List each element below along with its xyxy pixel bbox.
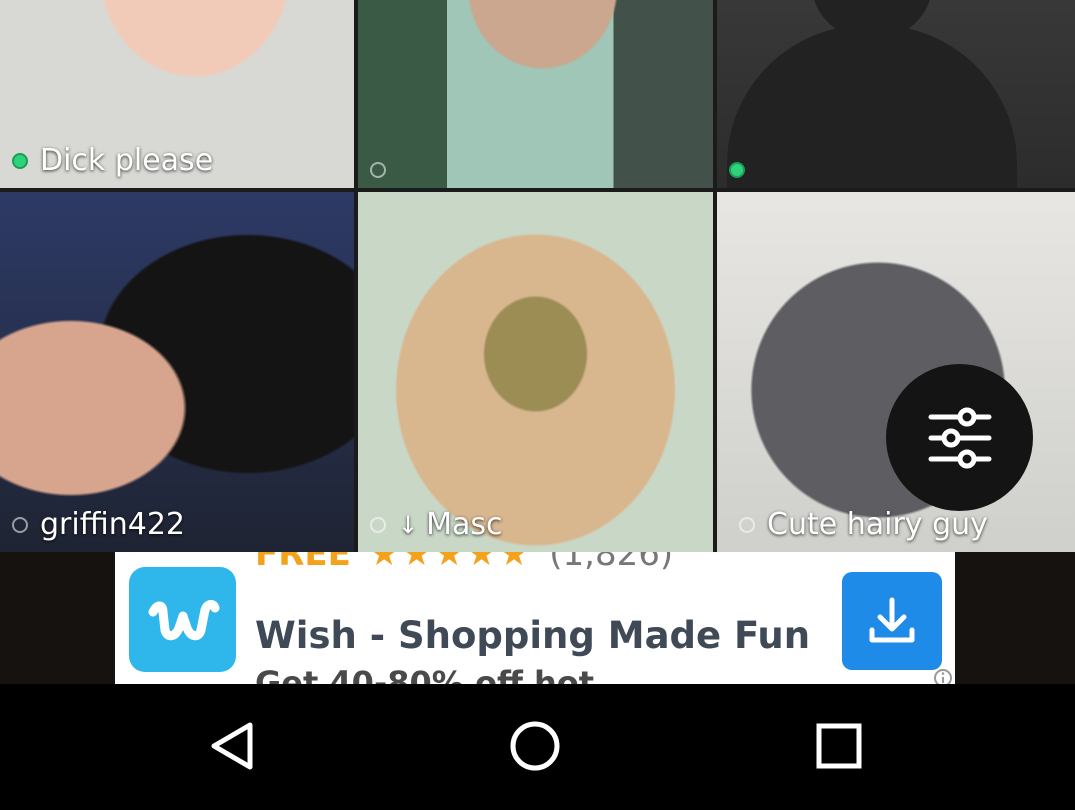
online-status-icon [12, 152, 28, 169]
recents-square-icon [816, 723, 862, 769]
ad-rating-count: (1,826) [549, 552, 674, 574]
profile-name: Cute hairy guy [767, 507, 988, 542]
profile-tile[interactable]: griffin422 [0, 192, 354, 552]
filter-button[interactable] [886, 364, 1033, 511]
sliders-icon [928, 407, 991, 468]
profile-tile[interactable]: Cute hairy guy [717, 192, 1075, 552]
info-icon[interactable] [933, 668, 953, 684]
recents-button[interactable] [804, 711, 874, 781]
offline-status-icon [370, 162, 386, 178]
star-rating-icon: ★★★★★ [368, 552, 532, 574]
system-nav-bar [0, 684, 1075, 810]
profile-label: Dick please [12, 143, 213, 178]
wish-logo-icon[interactable] [129, 567, 236, 672]
distance-arrow-icon: ↓ [398, 510, 419, 539]
offline-status-icon [370, 516, 386, 533]
profile-label: griffin422 [12, 507, 185, 542]
wish-w-icon [148, 599, 219, 640]
download-icon [869, 597, 915, 643]
online-status-icon [729, 162, 745, 178]
home-button[interactable] [500, 711, 570, 781]
ad-banner[interactable]: FREE ★★★★★ (1,826) Wish - Shopping Made … [115, 552, 955, 684]
profile-name: Dick please [40, 143, 214, 178]
download-button[interactable] [842, 572, 942, 670]
offline-status-icon [12, 516, 28, 533]
ad-subtitle: Get 40-80% off hot [255, 664, 595, 684]
profile-name: griffin422 [40, 507, 185, 542]
ad-price: FREE [255, 552, 351, 574]
profile-tile[interactable] [717, 0, 1075, 188]
profile-label: ↓ Masc [370, 507, 503, 542]
home-circle-icon [510, 721, 560, 771]
profile-tile[interactable] [358, 0, 713, 188]
default-avatar-body [727, 25, 1017, 188]
offline-status-icon [739, 516, 755, 533]
ad-title: Wish - Shopping Made Fun [255, 614, 811, 657]
ad-rating-row: FREE ★★★★★ (1,826) [255, 552, 673, 574]
back-triangle-icon [211, 722, 253, 770]
profile-tile[interactable]: ↓ Masc [358, 192, 713, 552]
profile-tile[interactable]: Dick please [0, 0, 354, 188]
profile-label [370, 162, 398, 178]
profile-name: Masc [426, 507, 503, 542]
back-button[interactable] [198, 711, 268, 781]
profile-label: Cute hairy guy [739, 507, 988, 542]
profile-label [729, 162, 757, 178]
